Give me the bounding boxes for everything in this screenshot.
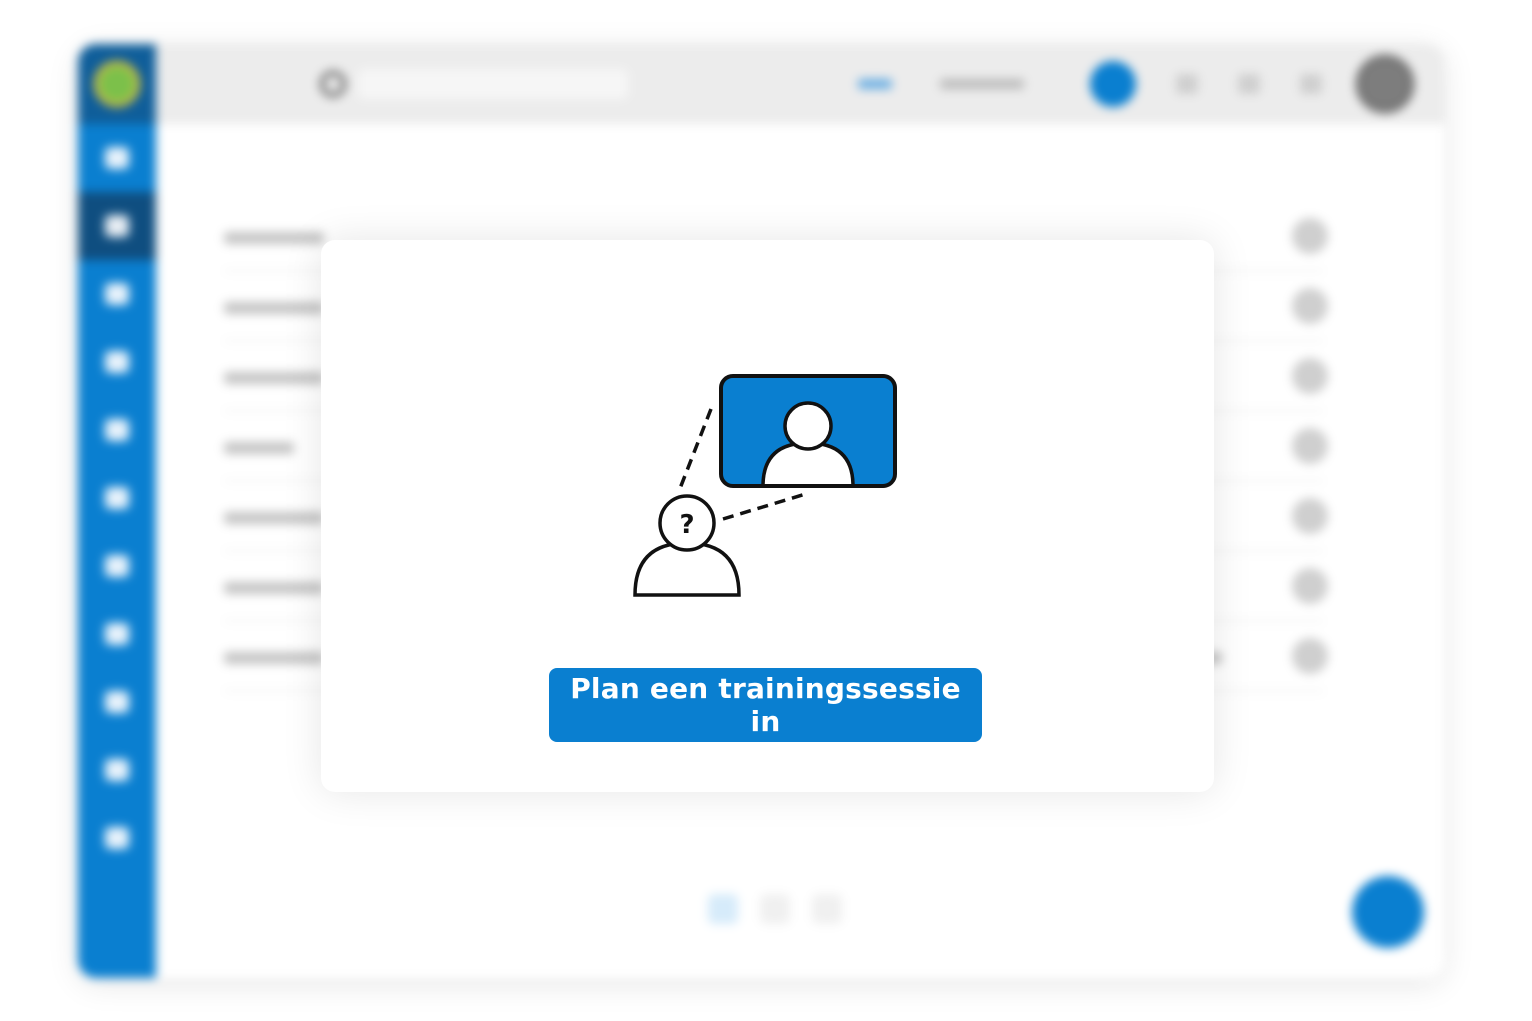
remote-person-head xyxy=(783,401,833,451)
home-icon xyxy=(105,147,129,169)
top-nav-link[interactable] xyxy=(858,79,892,89)
sidebar xyxy=(78,44,156,978)
grid-icon[interactable] xyxy=(1176,74,1198,94)
chart-icon xyxy=(105,759,129,781)
sidebar-item-help[interactable] xyxy=(78,600,156,668)
row-menu-icon[interactable] xyxy=(1292,498,1328,534)
avatar[interactable] xyxy=(1356,55,1414,113)
sidebar-item-messages[interactable] xyxy=(78,464,156,532)
sidebar-item-home[interactable] xyxy=(78,124,156,192)
row-menu-icon[interactable] xyxy=(1292,218,1328,254)
sidebar-item-cards[interactable] xyxy=(78,668,156,736)
schedule-training-button[interactable]: Plan een trainingssessie in xyxy=(549,668,982,742)
person-question-video-call-icon: ? xyxy=(633,374,897,597)
question-mark: ? xyxy=(679,510,694,540)
row-menu-icon[interactable] xyxy=(1292,568,1328,604)
dashed-line xyxy=(722,491,810,521)
book-icon xyxy=(105,215,129,237)
user-icon xyxy=(105,419,129,441)
question-icon[interactable] xyxy=(1300,74,1322,94)
pencil-icon xyxy=(105,351,129,373)
top-nav-link[interactable] xyxy=(940,79,1024,89)
sidebar-item-settings[interactable] xyxy=(78,804,156,872)
sidebar-item-knowledge[interactable] xyxy=(78,192,156,260)
sidebar-item-reports[interactable] xyxy=(78,736,156,804)
help-icon xyxy=(105,623,129,645)
sidebar-item-users[interactable] xyxy=(78,396,156,464)
sidebar-item-edit[interactable] xyxy=(78,328,156,396)
row-menu-icon[interactable] xyxy=(1292,638,1328,674)
app-logo xyxy=(78,44,156,124)
calendar-icon xyxy=(105,555,129,577)
row-menu-icon[interactable] xyxy=(1292,428,1328,464)
row-menu-icon[interactable] xyxy=(1292,288,1328,324)
document-icon xyxy=(105,283,129,305)
mail-icon xyxy=(105,487,129,509)
gear-icon xyxy=(105,827,129,849)
page-button[interactable] xyxy=(760,894,790,924)
search-icon[interactable] xyxy=(320,71,346,97)
notification-button[interactable] xyxy=(1090,61,1136,107)
help-fab-button[interactable] xyxy=(1352,876,1424,948)
top-bar xyxy=(156,44,1444,124)
sidebar-item-documents[interactable] xyxy=(78,260,156,328)
page-button[interactable] xyxy=(708,894,738,924)
page-button[interactable] xyxy=(812,894,842,924)
search-input[interactable] xyxy=(358,69,628,99)
dashed-line xyxy=(677,408,713,492)
sidebar-item-calendar[interactable] xyxy=(78,532,156,600)
card-icon xyxy=(105,691,129,713)
pagination xyxy=(708,894,842,924)
bell-icon[interactable] xyxy=(1238,74,1260,94)
logo-icon xyxy=(94,61,140,107)
training-modal: ? Plan een trainingssessie in xyxy=(321,240,1214,792)
row-menu-icon[interactable] xyxy=(1292,358,1328,394)
